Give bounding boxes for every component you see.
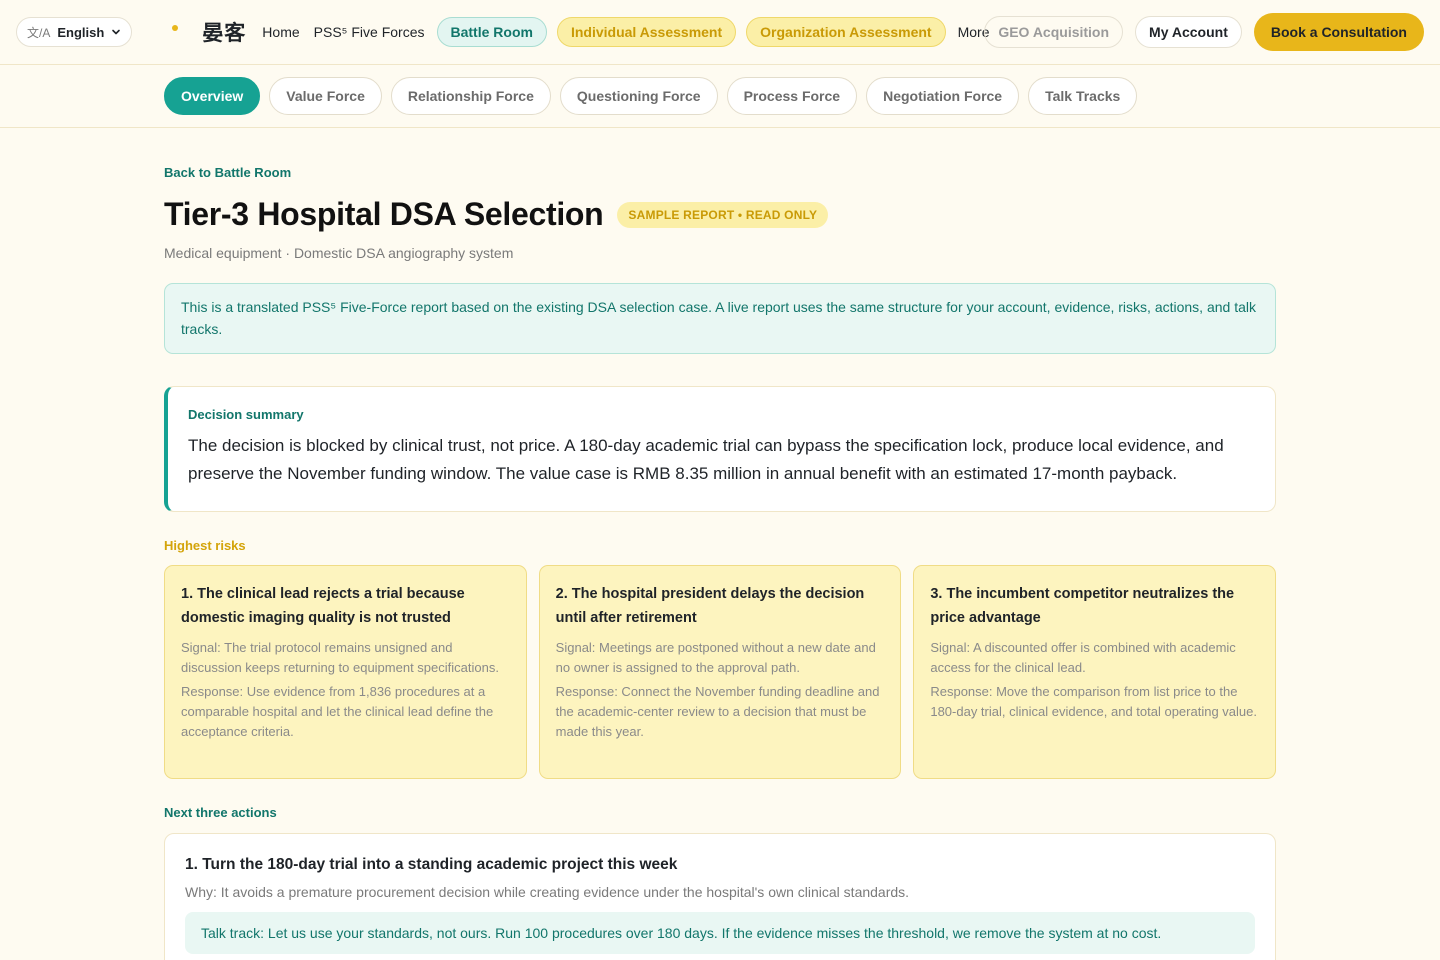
status-badge: SAMPLE REPORT • READ ONLY — [617, 201, 829, 228]
risk-response: Response: Move the comparison from list … — [930, 684, 1257, 719]
risk-response: Response: Use evidence from 1,836 proced… — [181, 684, 494, 739]
geo-acquisition-button[interactable]: GEO Acquisition — [984, 16, 1124, 48]
title-row: Tier-3 Hospital DSA Selection SAMPLE REP… — [164, 196, 1276, 233]
risk-signal: Signal: Meetings are postponed without a… — [555, 640, 876, 675]
brand-logo[interactable]: 晏客 — [202, 17, 246, 47]
risk-title: 1. The clinical lead rejects a trial bec… — [181, 586, 465, 626]
translate-icon: 文/A — [27, 25, 51, 40]
notice-banner: This is a translated PSS⁵ Five-Force rep… — [164, 283, 1276, 354]
language-selector[interactable]: 文/A English — [16, 17, 133, 47]
top-nav: 文/A English 晏客 Home PSS⁵ Five Forces Bat… — [0, 0, 1440, 65]
action-title: 1. Turn the 180-day trial into a standin… — [185, 856, 678, 873]
force-tabs: Overview Value Force Relationship Force … — [0, 65, 1440, 128]
language-label: English — [57, 24, 105, 40]
risk-response: Response: Connect the November funding d… — [555, 684, 880, 739]
decision-summary-label: Decision summary — [188, 407, 304, 422]
tab-process-force[interactable]: Process Force — [726, 77, 858, 115]
report-content: Back to Battle Room Tier-3 Hospital DSA … — [0, 128, 1440, 960]
highest-risks-heading: Highest risks — [164, 538, 246, 553]
page-subtitle: Medical equipment · Domestic DSA angiogr… — [164, 245, 514, 261]
nav-five-forces[interactable]: PSS⁵ Five Forces — [312, 24, 427, 40]
risk-signal: Signal: A discounted offer is combined w… — [930, 640, 1236, 675]
tab-questioning-force[interactable]: Questioning Force — [559, 77, 718, 115]
nav-battle-room[interactable]: Battle Room — [436, 17, 547, 47]
tab-value-force[interactable]: Value Force — [269, 77, 382, 115]
nav-home[interactable]: Home — [260, 24, 301, 40]
tab-talk-tracks[interactable]: Talk Tracks — [1028, 77, 1138, 115]
my-account-button[interactable]: My Account — [1135, 16, 1242, 48]
decision-summary-text: The decision is blocked by clinical trus… — [188, 436, 1224, 483]
chevron-down-icon — [112, 29, 121, 35]
nav-individual-assessment[interactable]: Individual Assessment — [556, 17, 737, 47]
risk-title: 3. The incumbent competitor neutralizes … — [930, 586, 1235, 626]
nav-actions: GEO Acquisition My Account Book a Consul… — [984, 13, 1424, 51]
nav-organization-assessment[interactable]: Organization Assessment — [746, 17, 946, 47]
back-to-battle-room-link[interactable]: Back to Battle Room — [164, 165, 291, 180]
risk-signal: Signal: The trial protocol remains unsig… — [181, 640, 499, 675]
tab-overview[interactable]: Overview — [164, 77, 261, 115]
book-consultation-button[interactable]: Book a Consultation — [1253, 13, 1424, 51]
action-card: 1. Turn the 180-day trial into a standin… — [164, 833, 1276, 960]
main-nav: Home PSS⁵ Five Forces Battle Room Indivi… — [260, 17, 991, 47]
tab-negotiation-force[interactable]: Negotiation Force — [866, 77, 1020, 115]
page-title: Tier-3 Hospital DSA Selection — [164, 196, 604, 232]
action-why: Why: It avoids a premature procurement d… — [185, 884, 910, 900]
risk-card: 1. The clinical lead rejects a trial bec… — [164, 565, 527, 779]
risk-card: 3. The incumbent competitor neutralizes … — [913, 565, 1277, 779]
risk-cards: 1. The clinical lead rejects a trial bec… — [164, 565, 1277, 779]
risk-title: 2. The hospital president delays the dec… — [555, 586, 865, 626]
risk-card: 2. The hospital president delays the dec… — [538, 565, 902, 779]
tab-relationship-force[interactable]: Relationship Force — [390, 77, 551, 115]
next-actions-heading: Next three actions — [164, 805, 277, 820]
decision-summary-card: Decision summary The decision is blocked… — [164, 386, 1276, 512]
talk-track: Talk track: Let us use your standards, n… — [185, 912, 1255, 954]
brand-dot-icon — [172, 25, 179, 31]
